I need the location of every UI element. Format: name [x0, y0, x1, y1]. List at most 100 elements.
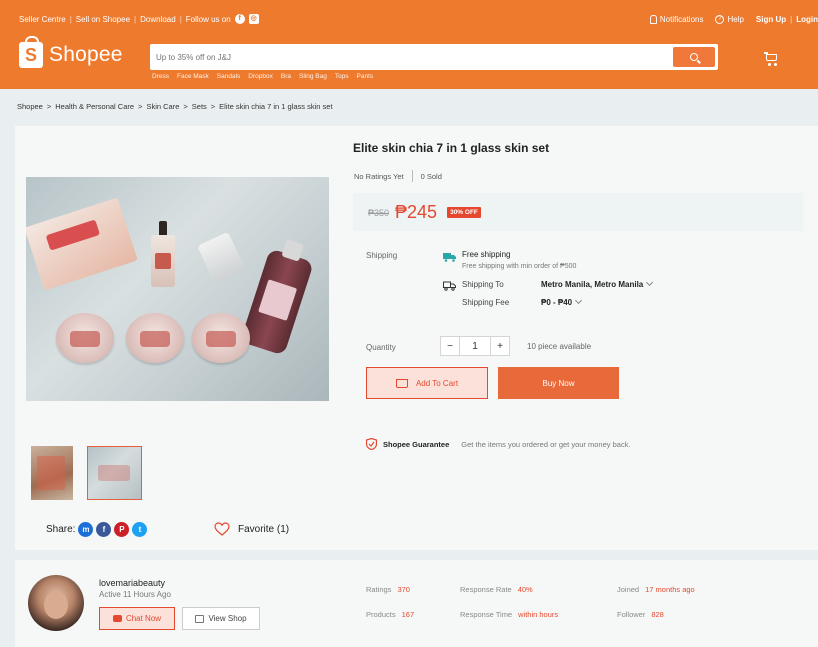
product-small-bottle: [197, 231, 245, 283]
quantity-input[interactable]: 1: [460, 336, 490, 356]
truck-icon: [443, 281, 456, 291]
chevron-down-icon: [646, 278, 654, 287]
sell-on-shopee-link[interactable]: Sell on Shopee: [76, 15, 130, 24]
trending-keywords: Dress Face Mask Sandals Dropbox Bra Slin…: [152, 73, 381, 80]
separator: |: [69, 14, 72, 24]
breadcrumb-separator: >: [138, 102, 143, 111]
stat-value: 40%: [517, 585, 533, 594]
free-shipping-text: Free shipping: [462, 250, 511, 259]
cart-icon[interactable]: [764, 52, 778, 66]
pinterest-icon[interactable]: P: [114, 522, 130, 537]
shipping-label: Shipping: [366, 251, 398, 260]
keyword-link[interactable]: Tops: [335, 73, 349, 80]
search-icon: [690, 53, 698, 61]
shopee-logo[interactable]: S Shopee: [19, 36, 123, 68]
breadcrumb-item[interactable]: Shopee: [17, 102, 43, 111]
keyword-link[interactable]: Dress: [152, 73, 169, 80]
breadcrumb-item[interactable]: Skin Care: [146, 102, 179, 111]
separator: |: [179, 14, 182, 24]
top-bar: Seller Centre | Sell on Shopee | Downloa…: [19, 12, 818, 26]
notifications-link[interactable]: Notifications: [649, 14, 703, 24]
product-jar: [192, 313, 250, 363]
twitter-icon[interactable]: t: [132, 522, 148, 537]
keyword-link[interactable]: Sling Bag: [299, 73, 327, 80]
seller-section: [15, 560, 818, 647]
stat-value: 828: [651, 610, 664, 619]
keyword-link[interactable]: Sandals: [217, 73, 241, 80]
stat-label: Follower: [617, 610, 646, 619]
instagram-icon[interactable]: ◎: [248, 14, 259, 24]
breadcrumb-separator: >: [183, 102, 188, 111]
heart-icon: [214, 522, 230, 536]
keyword-link[interactable]: Bra: [281, 73, 291, 80]
seller-centre-link[interactable]: Seller Centre: [19, 15, 66, 24]
add-to-cart-button[interactable]: Add To Cart: [366, 367, 488, 399]
product-thumbnail-selected[interactable]: [87, 446, 142, 500]
stat-label: Response Rate: [460, 585, 512, 594]
breadcrumb: Shopee > Health & Personal Care > Skin C…: [17, 102, 337, 111]
shipping-to-label: Shipping To: [462, 280, 504, 289]
shipping-fee-label: Shipping Fee: [462, 298, 510, 307]
logo-text: Shopee: [49, 43, 123, 66]
keyword-link[interactable]: Dropbox: [248, 73, 273, 80]
seller-name[interactable]: lovemariabeauty: [99, 578, 165, 588]
divider: [411, 170, 413, 182]
favorite-button[interactable]: Favorite (1): [214, 522, 289, 536]
quantity-increase-button[interactable]: +: [490, 336, 510, 356]
ratings-text[interactable]: No Ratings Yet: [354, 172, 404, 181]
stat-products: Products 167: [366, 610, 414, 619]
stat-label: Ratings: [366, 585, 392, 594]
bell-icon: [649, 14, 657, 24]
free-shipping-icon: [443, 253, 456, 262]
stat-value: 17 months ago: [645, 585, 695, 594]
product-main-image[interactable]: [26, 177, 329, 401]
chat-now-button[interactable]: Chat Now: [99, 607, 175, 630]
seller-avatar[interactable]: [28, 575, 84, 631]
login-link[interactable]: Login: [796, 15, 818, 24]
search-button[interactable]: [673, 47, 715, 67]
stock-available: 10 piece available: [527, 342, 592, 351]
product-bottle: [239, 248, 315, 356]
keyword-link[interactable]: Pants: [357, 73, 374, 80]
buy-now-button[interactable]: Buy Now: [498, 367, 619, 399]
stat-ratings: Ratings 370: [366, 585, 410, 594]
share-label: Share:: [46, 524, 76, 535]
quantity-label: Quantity: [366, 343, 396, 352]
product-jar: [126, 313, 184, 363]
messenger-icon[interactable]: m: [78, 522, 94, 537]
breadcrumb-current: Elite skin chia 7 in 1 glass skin set: [219, 102, 333, 111]
facebook-icon[interactable]: f: [96, 522, 112, 537]
chat-now-label: Chat Now: [125, 614, 162, 623]
shipping-fee-dropdown[interactable]: ₱0 - ₱40: [541, 296, 583, 307]
facebook-icon[interactable]: f: [234, 14, 245, 24]
shipping-to-dropdown[interactable]: Metro Manila, Metro Manila: [541, 278, 654, 289]
free-shipping-note: Free shipping with min order of ₱500: [462, 263, 577, 270]
stat-label: Response Time: [460, 610, 513, 619]
header: Seller Centre | Sell on Shopee | Downloa…: [0, 0, 818, 89]
price-row: ₱350 ₱245 30% OFF: [368, 202, 481, 223]
cart-plus-icon: [395, 378, 408, 388]
keyword-link[interactable]: Face Mask: [177, 73, 209, 80]
view-shop-button[interactable]: View Shop: [182, 607, 260, 630]
stat-label: Products: [366, 610, 396, 619]
product-thumbnail[interactable]: [31, 446, 73, 500]
help-link[interactable]: ? Help: [715, 14, 744, 24]
quantity-decrease-button[interactable]: −: [440, 336, 460, 356]
quantity-stepper: − 1 +: [440, 336, 510, 356]
help-icon: ?: [715, 14, 725, 24]
breadcrumb-item[interactable]: Sets: [192, 102, 207, 111]
guarantee-subtitle: Get the items you ordered or get your mo…: [461, 439, 631, 449]
favorite-label: Favorite (1): [238, 523, 290, 535]
search-input[interactable]: [156, 48, 626, 66]
sign-up-link[interactable]: Sign Up: [756, 15, 786, 24]
shopee-bag-icon: S: [19, 36, 43, 68]
discount-badge: 30% OFF: [447, 207, 481, 218]
shipping-to-value: Metro Manila, Metro Manila: [541, 280, 644, 289]
guarantee-title[interactable]: Shopee Guarantee: [383, 440, 449, 449]
product-jar: [56, 313, 114, 363]
shop-icon: [195, 614, 205, 623]
sale-price: ₱245: [395, 202, 438, 222]
breadcrumb-item[interactable]: Health & Personal Care: [55, 102, 134, 111]
seller-active-status: Active 11 Hours Ago: [99, 590, 171, 599]
download-link[interactable]: Download: [140, 15, 176, 24]
